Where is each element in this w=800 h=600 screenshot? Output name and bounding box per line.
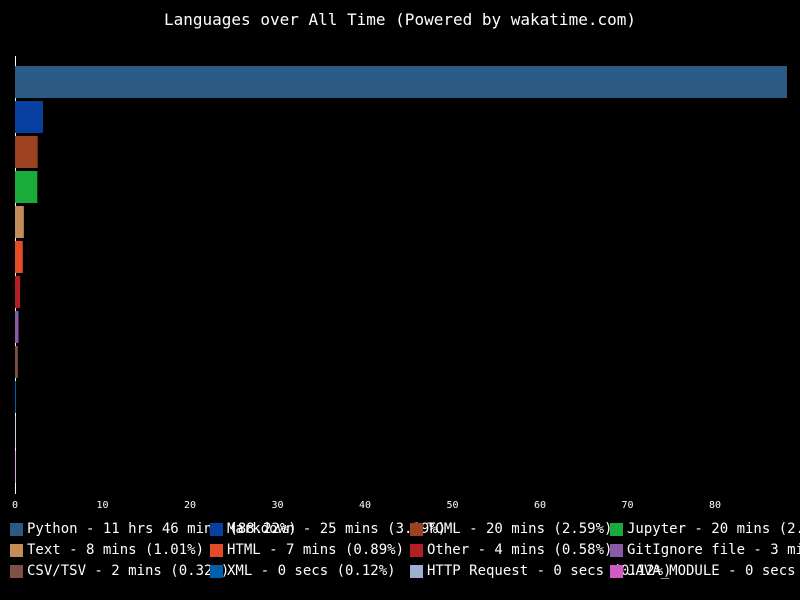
legend-swatch (210, 544, 223, 557)
bars-group (15, 66, 787, 483)
bar-6 (15, 276, 21, 308)
plot-area: 0 10 20 30 40 50 60 70 80 (12, 56, 787, 511)
legend-swatch (610, 523, 623, 536)
legend-swatch (10, 523, 23, 536)
x-tick-label: 0 (12, 500, 18, 511)
legend-label: Text - 8 mins (1.01%) (27, 542, 205, 558)
x-tick-label: 50 (446, 500, 458, 511)
legend-swatch (610, 565, 623, 578)
legend-label: HTML - 7 mins (0.89%) (227, 542, 405, 558)
bar-11 (15, 451, 16, 483)
x-tick-label: 30 (271, 500, 283, 511)
legend-label: TOML - 20 mins (2.59%) (427, 521, 613, 537)
legend-swatch (10, 544, 23, 557)
x-tick-label: 60 (534, 500, 546, 511)
x-tick-label: 40 (359, 500, 371, 511)
legend-label: JAVA_MODULE - 0 secs ( (627, 563, 800, 579)
bar-4 (15, 206, 24, 238)
legend-label: XML - 0 secs (0.12%) (227, 563, 396, 579)
bar-9 (15, 381, 17, 413)
bar-7 (15, 311, 19, 343)
legend-swatch (410, 565, 423, 578)
bar-10 (15, 416, 16, 448)
legend-label: Other - 4 mins (0.58%) (427, 542, 613, 558)
x-tick-label: 70 (621, 500, 633, 511)
legend-swatch (410, 544, 423, 557)
legend-swatch (610, 544, 623, 557)
legend: Python - 11 hrs 46 mins (88.22%) Markdown… (10, 520, 800, 600)
legend-swatch (410, 523, 423, 536)
bar-3 (15, 171, 38, 203)
legend-swatch (10, 565, 23, 578)
bar-1 (15, 101, 43, 133)
x-tick-label: 20 (184, 500, 196, 511)
x-tick-labels: 0 10 20 30 40 50 60 70 80 (12, 500, 721, 511)
legend-swatch (210, 565, 223, 578)
legend-swatch (210, 523, 223, 536)
x-tick-label: 10 (96, 500, 108, 511)
legend-label: Jupyter - 20 mins (2.5 (627, 521, 800, 537)
bar-5 (15, 241, 23, 273)
legend-label: CSV/TSV - 2 mins (0.32%) (27, 563, 230, 579)
bar-2 (15, 136, 38, 168)
bar-8 (15, 346, 18, 378)
x-tick-label: 80 (709, 500, 721, 511)
bar-0 (15, 66, 787, 98)
legend-label: GitIgnore file - 3 min (627, 542, 800, 558)
